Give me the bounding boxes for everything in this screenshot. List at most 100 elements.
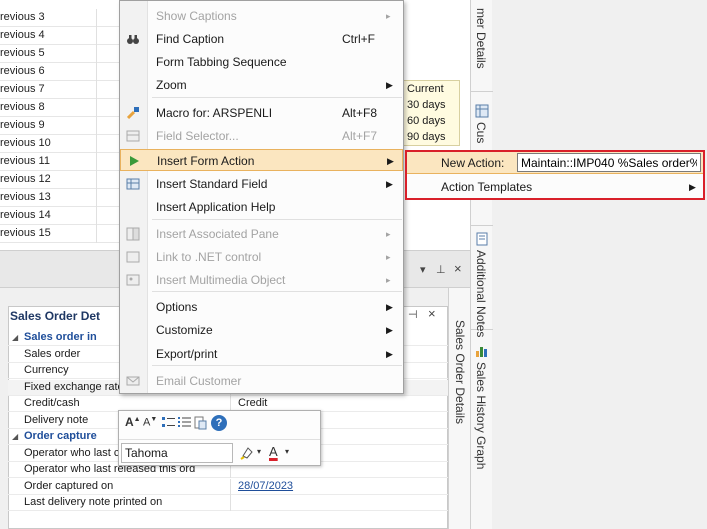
context-menu: Show Captions ▸ Find Caption Ctrl+F Form Tab… — [119, 0, 404, 394]
pane-dropdown-icon[interactable]: ▾ — [420, 263, 426, 276]
new-action-label: New Action: — [441, 156, 505, 170]
days-90: 90 days — [407, 131, 446, 143]
tab-sales-history-graph-label: Sales History Graph — [474, 362, 488, 470]
detail-label: Currency — [24, 364, 69, 376]
menu-item-label: Email Customer — [156, 374, 242, 388]
previous-list-row: revious 10 — [0, 135, 119, 153]
menu-item-label: Find Caption — [156, 32, 225, 46]
details-pin-icon[interactable]: ⊣ — [408, 308, 418, 321]
font-color-dropdown-icon[interactable]: ▾ — [285, 447, 289, 456]
shrink-font-button[interactable]: A▼ — [143, 416, 157, 429]
paste-format-icon[interactable] — [193, 415, 208, 430]
menu-item-field-selector: Field Selector... Alt+F7 — [120, 125, 403, 147]
menu-item-label: Field Selector... — [156, 129, 239, 143]
submenu-arrow-icon: ▸ — [386, 11, 391, 21]
menu-item-zoom[interactable]: Zoom ▶ — [120, 74, 403, 96]
previous-list-label: revious 8 — [0, 101, 45, 113]
grid-line — [96, 225, 97, 243]
menu-item-form-tabbing-sequence[interactable]: Form Tabbing Sequence — [120, 51, 403, 73]
detail-row[interactable]: Last delivery note printed on — [8, 495, 448, 511]
menu-item-label: Insert Associated Pane — [156, 227, 279, 241]
new-action-input[interactable] — [517, 153, 701, 172]
detail-label: Sales order — [24, 347, 81, 360]
detail-label: Sales order in — [24, 331, 97, 343]
associated-pane-icon — [126, 227, 140, 241]
help-icon[interactable]: ? — [211, 415, 227, 431]
menu-item-macro-for-arspenli[interactable]: Macro for: ARSPENLI Alt+F8 — [120, 102, 403, 124]
previous-list-label: revious 9 — [0, 119, 45, 131]
menu-separator — [152, 291, 402, 292]
previous-list-row: revious 11 — [0, 153, 119, 171]
collapse-triangle-icon[interactable]: ◢ — [12, 432, 18, 441]
font-color-button[interactable]: A — [269, 444, 278, 459]
previous-list-row: revious 4 — [0, 27, 119, 45]
submenu-arrow-icon: ▶ — [386, 80, 393, 90]
play-icon — [127, 154, 141, 168]
menu-item-insert-standard-field[interactable]: Insert Standard Field ▶ — [120, 173, 403, 195]
previous-list-row: revious 5 — [0, 45, 119, 63]
numbering-icon[interactable] — [177, 415, 192, 430]
pane-close-icon[interactable]: × — [454, 261, 462, 276]
tab-additional-notes[interactable]: Additional Notes — [471, 226, 493, 337]
previous-list-row: revious 14 — [0, 207, 119, 225]
menu-item-options[interactable]: Options ▶ — [120, 296, 403, 318]
tab-customer-details-label: mer Details — [474, 8, 488, 69]
menu-item-label: Insert Form Action — [157, 154, 255, 168]
previous-list-row: revious 7 — [0, 81, 119, 99]
tab-customer-details[interactable]: mer Details — [471, 0, 493, 92]
multimedia-icon — [126, 273, 140, 287]
menu-item-label: Show Captions — [156, 9, 237, 23]
highlight-dropdown-icon[interactable]: ▾ — [257, 447, 261, 456]
submenu-arrow-icon: ▶ — [386, 349, 393, 359]
grid-line — [96, 81, 97, 99]
previous-list-row: revious 15 — [0, 225, 119, 243]
column-divider — [230, 495, 231, 511]
tab-sales-order-details[interactable]: Sales Order Details — [448, 288, 470, 529]
menu-item-customize[interactable]: Customize ▶ — [120, 319, 403, 341]
menu-item-label: Export/print — [156, 347, 218, 361]
grid-line — [96, 189, 97, 207]
menu-item-insert-multimedia-object: Insert Multimedia Object ▸ — [120, 269, 403, 291]
submenu-new-action[interactable]: New Action: — [407, 152, 703, 174]
menu-item-label: Link to .NET control — [156, 250, 262, 264]
grid-line — [96, 117, 97, 135]
collapse-triangle-icon[interactable]: ◢ — [12, 333, 18, 342]
grow-font-button[interactable]: A▲ — [125, 415, 141, 429]
menu-item-label: Insert Multimedia Object — [156, 273, 286, 287]
chevron-right-icon: ▶ — [689, 182, 696, 192]
previous-list-label: revious 3 — [0, 11, 45, 23]
standard-field-icon — [126, 177, 140, 191]
grid-icon — [475, 104, 489, 118]
detail-label: Delivery note — [24, 413, 89, 426]
binoculars-icon — [126, 32, 140, 46]
menu-item-insert-application-help[interactable]: Insert Application Help — [120, 196, 403, 218]
details-close-icon[interactable]: × — [428, 306, 436, 321]
grow-font-label: A — [125, 415, 134, 429]
menu-item-label: Form Tabbing Sequence — [156, 55, 287, 69]
menu-item-label: Options — [156, 300, 198, 314]
notes-icon — [476, 232, 488, 246]
detail-label: Order capture — [24, 430, 97, 442]
detail-label: Fixed exchange rate — [24, 380, 124, 393]
previous-list-row: revious 13 — [0, 189, 119, 207]
bullets-icon[interactable] — [161, 415, 176, 430]
order-captured-date-link[interactable]: 28/07/2023 — [238, 480, 293, 492]
submenu-action-templates[interactable]: Action Templates ▶ — [407, 176, 703, 198]
previous-list-row: revious 9 — [0, 117, 119, 135]
submenu-arrow-icon: ▶ — [386, 302, 393, 312]
menu-item-export-print[interactable]: Export/print ▶ — [120, 343, 403, 365]
previous-list-label: revious 12 — [0, 173, 51, 185]
font-name-select[interactable]: Tahoma — [121, 443, 233, 463]
tab-sales-history-graph[interactable]: Sales History Graph — [471, 338, 493, 508]
menu-item-insert-form-action[interactable]: Insert Form Action ▶ — [120, 149, 403, 171]
menu-item-link-to-net-control: Link to .NET control ▸ — [120, 246, 403, 268]
credit-cash-value: Credit — [238, 397, 268, 409]
submenu-arrow-icon: ▶ — [386, 325, 393, 335]
highlight-color-icon[interactable] — [239, 445, 255, 461]
grid-line — [96, 63, 97, 81]
detail-row[interactable]: Order captured on 28/07/2023 — [8, 478, 448, 495]
menu-item-label: Zoom — [156, 78, 187, 92]
menu-item-find-caption[interactable]: Find Caption Ctrl+F — [120, 28, 403, 50]
pane-pin-icon[interactable]: ⊥ — [436, 263, 446, 276]
grid-line — [96, 171, 97, 189]
